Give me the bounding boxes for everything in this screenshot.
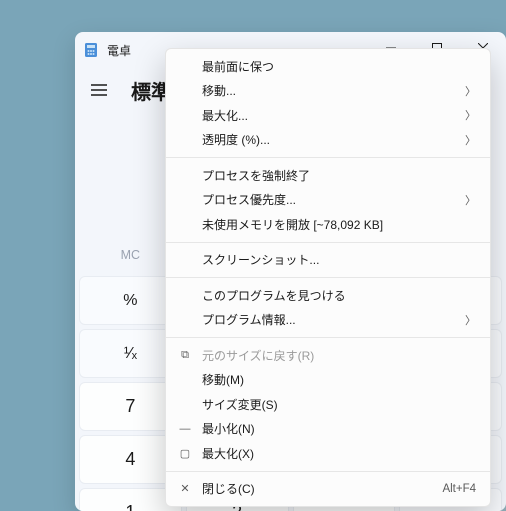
menu-label: スクリーンショット... bbox=[202, 251, 319, 268]
menu-label: プログラム情報... bbox=[202, 311, 296, 328]
calculator-app-icon bbox=[83, 42, 99, 58]
hamburger-icon bbox=[91, 84, 107, 96]
menu-label: サイズ変更(S) bbox=[202, 396, 278, 413]
menu-label: 最小化(N) bbox=[202, 420, 255, 437]
window-title: 電卓 bbox=[107, 42, 131, 59]
menu-separator bbox=[166, 277, 490, 278]
menu-maximize[interactable]: 最大化... 〉 bbox=[166, 103, 490, 128]
chevron-right-icon: 〉 bbox=[465, 192, 476, 208]
menu-label: 閉じる(C) bbox=[202, 480, 255, 497]
menu-close[interactable]: ✕ 閉じる(C) Alt+F4 bbox=[166, 477, 490, 502]
restore-icon: ⧉ bbox=[178, 349, 192, 362]
chevron-right-icon: 〉 bbox=[465, 107, 476, 123]
menu-restore: ⧉ 元のサイズに戻す(R) bbox=[166, 343, 490, 368]
menu-priority[interactable]: プロセス優先度... 〉 bbox=[166, 188, 490, 213]
menu-label: 最大化(X) bbox=[202, 445, 254, 462]
chevron-right-icon: 〉 bbox=[465, 132, 476, 148]
maximize-icon: ▢ bbox=[178, 447, 192, 460]
menu-label: 最大化... bbox=[202, 107, 248, 124]
menu-label: このプログラムを見つける bbox=[202, 287, 346, 304]
menu-find-program[interactable]: このプログラムを見つける bbox=[166, 283, 490, 308]
menu-kill-process[interactable]: プロセスを強制終了 bbox=[166, 163, 490, 188]
menu-keep-on-top[interactable]: 最前面に保つ bbox=[166, 54, 490, 79]
context-menu: 最前面に保つ 移動... 〉 最大化... 〉 透明度 (%)... 〉 プロセスを強… bbox=[165, 48, 491, 507]
menu-free-memory[interactable]: 未使用メモリを開放 [~78,092 KB] bbox=[166, 212, 490, 237]
chevron-right-icon: 〉 bbox=[465, 83, 476, 99]
menu-screenshot[interactable]: スクリーンショット... bbox=[166, 248, 490, 273]
menu-separator bbox=[166, 337, 490, 338]
menu-program-info[interactable]: プログラム情報... 〉 bbox=[166, 308, 490, 333]
menu-label: プロセスを強制終了 bbox=[202, 167, 310, 184]
menu-separator bbox=[166, 471, 490, 472]
menu-label: 移動... bbox=[202, 82, 236, 99]
menu-sys-move[interactable]: 移動(M) bbox=[166, 368, 490, 393]
menu-label: 未使用メモリを開放 [~78,092 KB] bbox=[202, 216, 383, 233]
nav-menu-button[interactable] bbox=[81, 72, 117, 108]
menu-move[interactable]: 移動... 〉 bbox=[166, 79, 490, 104]
menu-opacity[interactable]: 透明度 (%)... 〉 bbox=[166, 128, 490, 153]
menu-label: プロセス優先度... bbox=[202, 191, 296, 208]
menu-label: 元のサイズに戻す(R) bbox=[202, 347, 314, 364]
menu-sys-size[interactable]: サイズ変更(S) bbox=[166, 392, 490, 417]
minimize-icon: — bbox=[178, 423, 192, 435]
menu-label: 移動(M) bbox=[202, 371, 244, 388]
menu-separator bbox=[166, 157, 490, 158]
menu-label: 透明度 (%)... bbox=[202, 131, 270, 148]
menu-shortcut: Alt+F4 bbox=[442, 483, 476, 495]
menu-separator bbox=[166, 242, 490, 243]
close-icon: ✕ bbox=[178, 482, 192, 495]
menu-sys-maximize[interactable]: ▢ 最大化(X) bbox=[166, 441, 490, 466]
menu-sys-minimize[interactable]: — 最小化(N) bbox=[166, 417, 490, 442]
menu-label: 最前面に保つ bbox=[202, 58, 274, 75]
chevron-right-icon: 〉 bbox=[465, 312, 476, 328]
